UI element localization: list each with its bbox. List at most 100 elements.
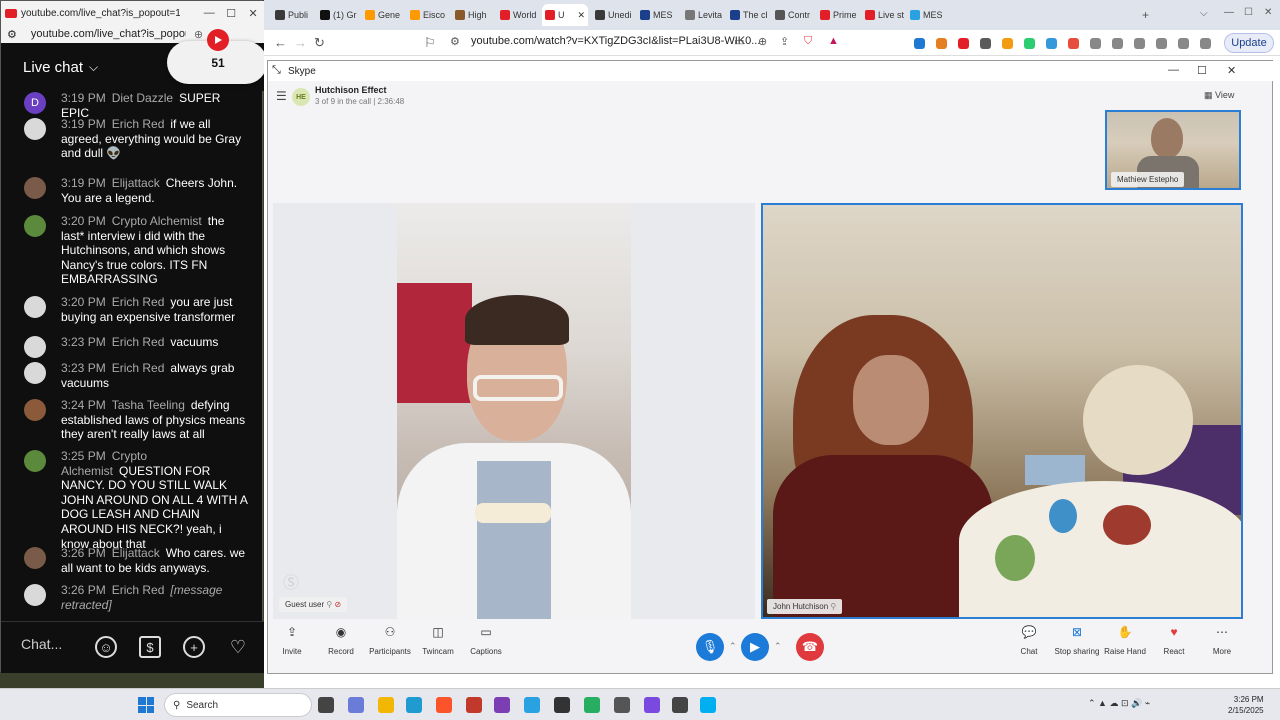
avatar[interactable] [24,362,46,384]
message-author[interactable]: Tasha Teeling [112,398,185,412]
chat-message[interactable]: 3:24 PM Tasha Teeling defying established … [24,398,249,442]
record-button[interactable]: ◉ Record [315,625,367,656]
chat-message[interactable]: 3:26 PM Erich Red [message retracted] [24,583,249,612]
participants-button[interactable]: ⚇ Participants [364,625,416,656]
more-button[interactable]: ⋯ More [1196,625,1248,656]
message-author[interactable]: Elijattack [112,176,160,190]
pin-icon[interactable]: ⚲ [830,602,836,611]
clock[interactable]: 3:26 PM 2/15/2025 [1228,694,1264,716]
browser-minimize-icon[interactable]: — [1224,7,1234,18]
avatar[interactable] [24,336,46,358]
share-icon[interactable]: ⇪ [780,35,789,48]
chat-message[interactable]: 3:19 PM Elijattack Cheers John. You are a … [24,176,249,205]
forward-icon[interactable]: → [294,35,307,50]
brave-icon[interactable] [436,697,452,713]
browser-tab[interactable]: The cl [727,4,771,26]
invite-button[interactable]: ⇪ Invite [266,625,318,656]
edge-icon[interactable] [406,697,422,713]
zoom-icon[interactable]: ⊕ [758,35,767,48]
chat-message[interactable]: 3:23 PM Erich Red vacuums [24,335,249,358]
browser-tab[interactable]: World [497,4,541,26]
app-icon[interactable] [466,697,482,713]
emoji-icon[interactable]: ☺ [95,636,117,658]
avatar[interactable] [24,399,46,421]
zoom-icon[interactable]: ⊕ [194,28,203,41]
task-view-icon[interactable] [318,697,334,713]
browser-tab[interactable]: Contr [772,4,816,26]
message-author[interactable]: Erich Red [112,117,165,131]
url-bar[interactable]: youtube.com/watch?v=KXTigZDG3cI&list=PLa… [471,35,760,47]
message-author[interactable]: Erich Red [112,361,165,375]
browser-close-icon[interactable]: ✕ [1264,7,1272,18]
message-author[interactable]: Elijattack [112,546,160,560]
browser-tab[interactable]: Publi [272,4,316,26]
close-tab-icon[interactable]: ✕ [578,10,586,21]
extension-icon[interactable] [980,38,991,49]
captions-button[interactable]: ▭ Captions [460,625,512,656]
update-button[interactable]: Update [1224,33,1274,53]
avatar[interactable] [24,118,46,140]
telegram-icon[interactable] [524,697,540,713]
extensions-puzzle-icon[interactable] [1090,38,1101,49]
app-icon[interactable] [584,697,600,713]
browser-maximize-icon[interactable]: ☐ [1244,7,1253,18]
react-button[interactable]: ♥ React [1148,625,1200,656]
skype-close-icon[interactable]: ✕ [1227,64,1236,77]
close-icon[interactable]: ✕ [242,7,264,20]
chat-message[interactable]: D 3:19 PM Diet Dazzle SUPER EPIC [24,91,249,120]
back-icon[interactable]: ← [274,35,287,50]
app-icon[interactable] [644,697,660,713]
pin-icon[interactable]: ⚲ [326,600,332,609]
extension-icon[interactable] [936,38,947,49]
view-button[interactable]: ▦ View [1204,90,1234,101]
camera-options-caret-icon[interactable]: ⌃ [774,641,782,652]
microphone-button[interactable]: 🎙 [696,633,724,661]
call-title[interactable]: Hutchison Effect [315,85,387,95]
reload-icon[interactable]: ↻ [314,35,325,51]
browser-tab[interactable]: Unedi [592,4,636,26]
leo-icon[interactable] [1178,38,1189,49]
chat-input[interactable]: Chat... [21,636,91,652]
windows-start-icon[interactable] [138,697,154,713]
message-author[interactable]: Erich Red [112,335,165,349]
system-tray-icons[interactable]: ⌃ ▲ ☁ ⊡ 🔊 ⌁ [1088,698,1150,709]
avatar[interactable] [24,547,46,569]
browser-tab[interactable]: U ✕ [542,4,588,26]
skype-icon[interactable] [700,697,716,713]
skype-minimize-icon[interactable]: — [1168,64,1179,76]
file-explorer-icon[interactable] [378,697,394,713]
chat-message[interactable]: 3:19 PM Erich Red if we all agreed, everyt… [24,117,249,161]
tab-search-icon[interactable]: ⌵ [1200,8,1208,19]
avatar[interactable] [24,177,46,199]
participant-thumbnail[interactable]: Mathiew Estepho [1105,110,1241,190]
browser-tab[interactable]: Prime [817,4,861,26]
end-call-button[interactable]: ☎ [796,633,824,661]
browser-tab[interactable]: MES [637,4,681,26]
extension-icon[interactable] [1024,38,1035,49]
browser-tab[interactable]: Levita [682,4,726,26]
browser-tab[interactable]: Gene [362,4,406,26]
skype-maximize-icon[interactable]: ☐ [1197,64,1207,77]
browser-tab[interactable]: (1) Gr [317,4,361,26]
avatar[interactable] [24,296,46,318]
menu-icon[interactable]: ☰ [276,89,287,103]
mic-options-caret-icon[interactable]: ⌃ [729,641,737,652]
chat-message[interactable]: 3:25 PM Crypto Alchemist QUESTION FOR NANC… [24,449,249,551]
twincam-button[interactable]: ◫ Twincam [412,625,464,656]
onenote-icon[interactable] [494,697,510,713]
avatar[interactable] [24,215,46,237]
cast-icon[interactable]: ▭ [734,35,744,48]
message-author[interactable]: Erich Red [112,295,165,309]
browser-tab[interactable]: High [452,4,496,26]
browser-tab[interactable]: MES [907,4,951,26]
media-icon[interactable] [1112,38,1123,49]
message-author[interactable]: Crypto Alchemist [112,214,202,228]
message-author[interactable]: Erich Red [112,583,165,597]
extension-icon[interactable] [958,38,969,49]
browser-tab[interactable]: Live st [862,4,906,26]
super-chat-icon[interactable]: $ [139,636,161,658]
site-info-icon[interactable]: ⚙ [450,35,460,48]
minimize-icon[interactable]: — [198,7,220,19]
brave-rewards-icon[interactable]: ▲ [828,35,839,47]
bookmarks-icon[interactable] [1156,38,1167,49]
